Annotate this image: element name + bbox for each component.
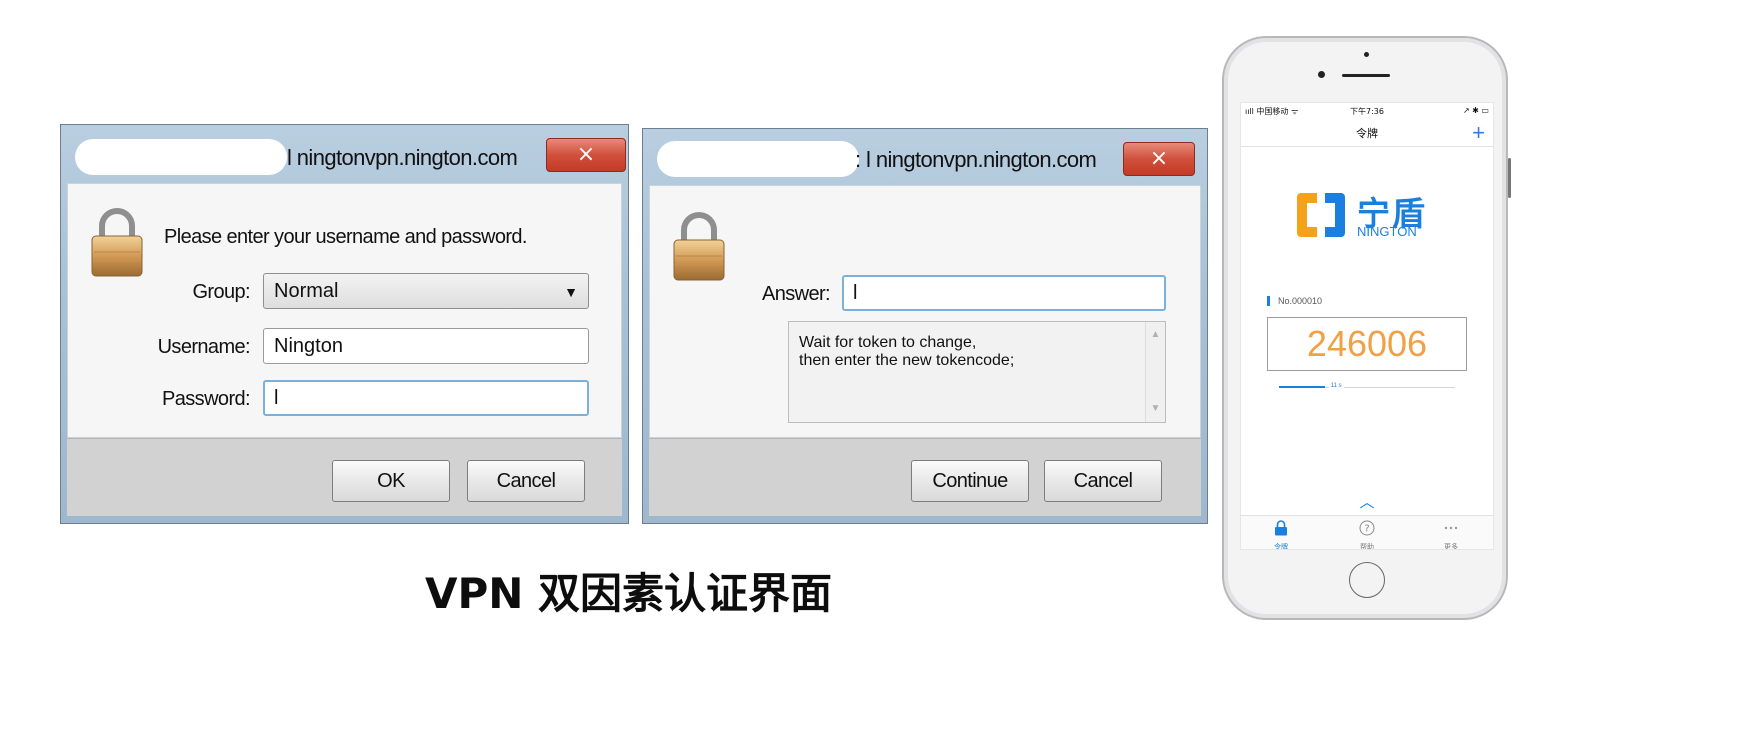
message-box: Wait for token to change, then enter the… (788, 321, 1166, 423)
nav-title: 令牌 (1356, 127, 1378, 140)
home-button[interactable] (1349, 562, 1385, 598)
dialog-footer: OK Cancel (67, 438, 622, 516)
title-redacted-area (657, 141, 859, 177)
close-button[interactable]: × (546, 138, 626, 172)
close-icon: × (576, 142, 596, 167)
tab-help[interactable]: ? 帮助 (1337, 520, 1397, 550)
phone-screen: ııll 中国移动 ᯤ 下午7:36 ↗ ✱ ▭ 令牌 + 宁盾 NINGTON… (1240, 102, 1494, 550)
dialog-title: : l ningtonvpn.nington.com (855, 147, 1097, 172)
message-scrollbar[interactable]: ▲ ▼ (1145, 322, 1165, 422)
group-select[interactable]: Normal ▼ (263, 273, 589, 309)
chevron-down-icon: ▼ (564, 284, 578, 300)
lock-icon (91, 208, 143, 277)
phone-top-sensor (1364, 52, 1369, 57)
scroll-down-icon: ▼ (1150, 403, 1161, 414)
token-progress: 11 s (1279, 383, 1455, 389)
logo-mark-icon (1297, 193, 1345, 237)
tab-token[interactable]: 令牌 (1251, 520, 1311, 550)
login-dialog: l ningtonvpn.nington.com × Please enter … (60, 124, 629, 524)
dialog-content: Please enter your username and password.… (67, 183, 622, 438)
chevron-up-icon[interactable]: ︿ (1241, 491, 1493, 512)
nav-bar: 令牌 + (1241, 119, 1493, 147)
tab-label: 更多 (1444, 543, 1458, 550)
message-line-2: then enter the new tokencode; (799, 352, 1015, 369)
group-value: Normal (274, 280, 339, 302)
message-line-1: Wait for token to change, (799, 334, 977, 351)
tab-bar: 令牌 ? 帮助 更多 (1241, 515, 1493, 549)
tab-more[interactable]: 更多 (1421, 520, 1481, 550)
figure-caption: VPN 双因素认证界面 (425, 569, 833, 618)
tab-label: 令牌 (1274, 543, 1288, 550)
password-label: Password: (162, 388, 251, 410)
dialog-content: Answer: l Wait for token to change, then… (649, 185, 1201, 438)
close-button[interactable]: × (1123, 142, 1195, 176)
token-progress-fill (1279, 386, 1325, 388)
more-icon (1444, 526, 1458, 530)
group-label: Group: (192, 281, 250, 303)
close-icon: × (1149, 146, 1169, 171)
help-icon: ? (1359, 520, 1375, 536)
cancel-button[interactable]: Cancel (467, 460, 585, 502)
phone-camera (1318, 71, 1325, 78)
tab-label: 帮助 (1360, 543, 1374, 550)
answer-label: Answer: (761, 283, 831, 305)
title-redacted-area (75, 139, 287, 175)
lock-icon (673, 212, 725, 281)
serial-marker (1267, 296, 1270, 306)
phone-side-button (1508, 158, 1511, 198)
seconds-remaining: 11 s (1328, 383, 1344, 389)
scroll-up-icon: ▲ (1150, 329, 1161, 340)
login-prompt: Please enter your username and password. (164, 226, 527, 248)
lock-icon (1275, 520, 1287, 536)
add-token-button[interactable]: + (1472, 120, 1485, 146)
status-bar: ııll 中国移动 ᯤ 下午7:36 ↗ ✱ ▭ (1241, 106, 1493, 120)
username-label: Username: (157, 336, 251, 358)
phone-speaker (1342, 74, 1390, 77)
ok-button[interactable]: OK (332, 460, 450, 502)
username-field[interactable]: Nington (263, 328, 589, 364)
token-dialog: : l ningtonvpn.nington.com × Answer: l W… (642, 128, 1208, 524)
dialog-title: l ningtonvpn.nington.com (287, 145, 518, 170)
answer-field[interactable]: l (842, 275, 1166, 311)
logo-english: NINGTON (1357, 224, 1417, 239)
token-serial-text: No.000010 (1278, 296, 1323, 306)
svg-text:?: ? (1364, 524, 1369, 535)
continue-button[interactable]: Continue (911, 460, 1029, 502)
token-serial: No.000010 (1267, 296, 1322, 306)
phone-mockup: ııll 中国移动 ᯤ 下午7:36 ↗ ✱ ▭ 令牌 + 宁盾 NINGTON… (1222, 36, 1511, 620)
token-code[interactable]: 246006 (1267, 317, 1467, 371)
battery-status: ↗ ✱ ▭ (1462, 106, 1489, 115)
status-time: 下午7:36 (1350, 107, 1384, 116)
password-field[interactable]: l (263, 380, 589, 416)
dialog-footer: Continue Cancel (649, 438, 1201, 516)
cancel-button[interactable]: Cancel (1044, 460, 1162, 502)
nington-logo: 宁盾 NINGTON (1293, 187, 1453, 243)
